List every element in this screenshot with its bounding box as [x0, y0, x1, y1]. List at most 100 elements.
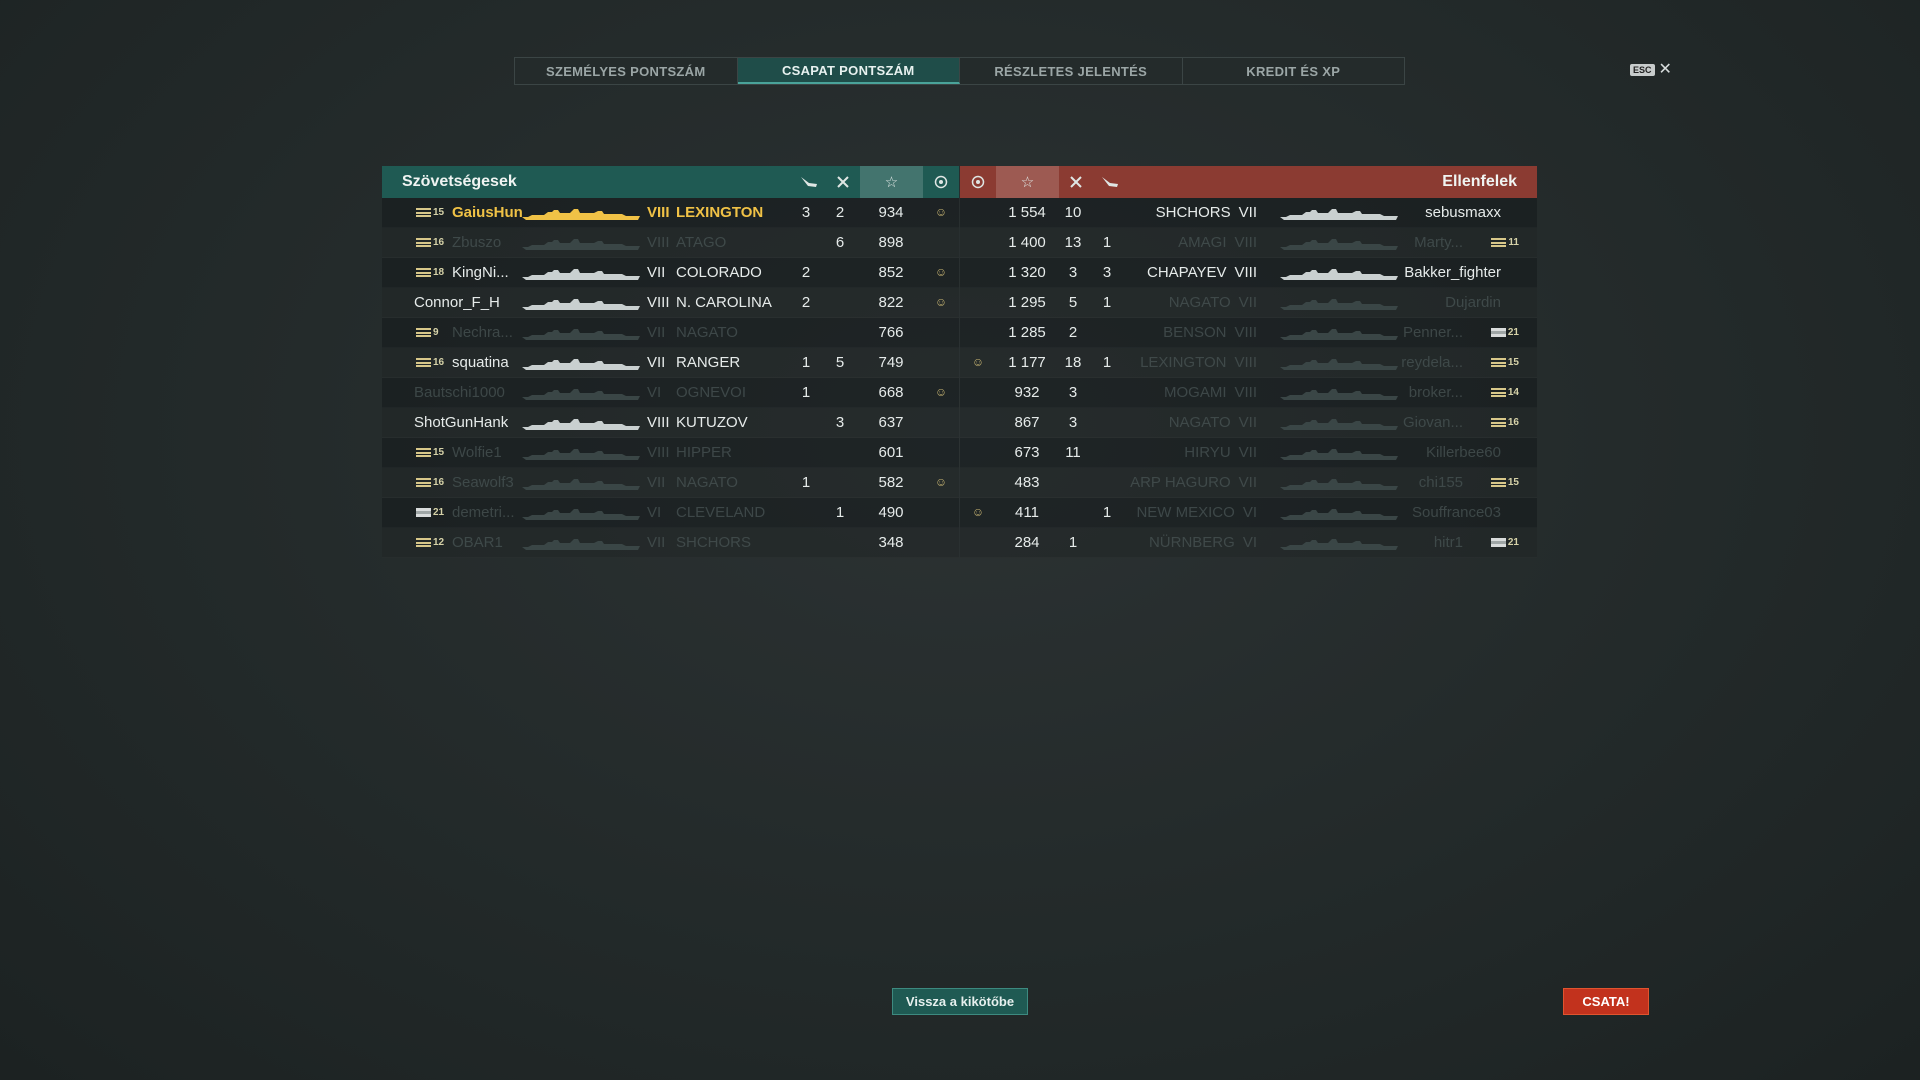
back-to-port-button[interactable]: Vissza a kikötőbe [892, 988, 1028, 1015]
rank-insignia-icon [416, 328, 431, 337]
planes-destroyed: 3 [1102, 264, 1112, 281]
ship-silhouette-icon [522, 448, 640, 460]
ships-destroyed: 3 [1068, 264, 1078, 281]
allies-player-row[interactable]: Connor_F_H VIII N. CAROLINA 2 822 ☺ [382, 288, 959, 318]
allies-player-row[interactable]: 18 KingNi... VII COLORADO 2 852 ☺ [382, 258, 959, 288]
allies-player-row[interactable]: 16 Zbuszo VIII ATAGO 6 898 [382, 228, 959, 258]
rank-badge: 16 [416, 357, 444, 368]
player-name: OBAR1 [452, 534, 503, 551]
team-score: 483 [1014, 474, 1040, 491]
allies-player-row[interactable]: 21 demetri... VI CLEVELAND 1 490 [382, 498, 959, 528]
team-score: 766 [878, 324, 904, 341]
ships-destroyed: 11 [1065, 444, 1081, 461]
allies-player-row[interactable]: 9 Nechra... VII NAGATO 766 [382, 318, 959, 348]
rank-badge: 21 [416, 507, 444, 518]
ship-tier: VIII [647, 444, 670, 461]
enemies-player-row[interactable]: 932 3 MOGAMI VIII broker... 14 [960, 378, 1537, 408]
enemies-panel: ☆ Ellenfelek 1 554 10 SHCHORS VII sebusmaxx 1… [960, 166, 1537, 558]
player-name: Seawolf3 [452, 474, 514, 491]
team-score: 852 [878, 264, 904, 281]
team-score: 822 [878, 294, 904, 311]
ship-name: OGNEVOI [676, 384, 747, 401]
enemies-player-row[interactable]: 673 11 HIRYU VII Killerbee60 [960, 438, 1537, 468]
enemies-player-row[interactable]: 483 ARP HAGURO VII chi155 15 [960, 468, 1537, 498]
ship-silhouette-icon [522, 238, 640, 250]
rank-badge: 18 [416, 267, 444, 278]
ship-info: LEXINGTON VIII [1140, 354, 1257, 371]
rank-level: 16 [433, 357, 445, 368]
planes-destroyed: 1 [801, 474, 811, 491]
ships-destroyed: 18 [1064, 354, 1082, 371]
ship-name: CHAPAYEV [1147, 264, 1227, 281]
allies-player-row[interactable]: ShotGunHank VIII KUTUZOV 3 637 [382, 408, 959, 438]
ship-tier: VI [647, 504, 662, 521]
rank-badge: 21 [1490, 537, 1519, 548]
rank-badge: 15 [416, 447, 444, 458]
allies-player-row[interactable]: 16 squatina VII RANGER 1 5 749 [382, 348, 959, 378]
ship-silhouette-icon [522, 478, 640, 490]
rank-insignia-icon [416, 208, 431, 217]
rank-level: 11 [1508, 237, 1519, 248]
tab-personal-score[interactable]: SZEMÉLYES PONTSZÁM [515, 58, 738, 84]
ship-name: NEW MEXICO [1136, 504, 1235, 521]
ship-silhouette-icon [522, 508, 640, 520]
rank-badge: 14 [1490, 387, 1519, 398]
tab-team-score[interactable]: CSAPAT PONTSZÁM [737, 58, 960, 84]
enemies-player-row[interactable]: 867 3 NAGATO VII Giovan... 16 [960, 408, 1537, 438]
allies-player-row[interactable]: 15 GaiusHun VIII LEXINGTON 3 2 934 ☺ [382, 198, 959, 228]
rank-insignia-icon [1491, 238, 1507, 247]
rank-insignia-icon [416, 448, 431, 457]
rank-insignia-icon [1490, 388, 1506, 397]
team-score: 1 295 [1008, 294, 1046, 311]
allies-player-row[interactable]: 16 Seawolf3 VII NAGATO 1 582 ☺ [382, 468, 959, 498]
enemies-player-row[interactable]: ☺ 411 1 NEW MEXICO VI Souffrance03 [960, 498, 1537, 528]
rank-insignia-icon [1490, 538, 1506, 547]
rank-badge: 15 [1490, 357, 1519, 368]
team-score: 1 320 [1008, 264, 1046, 281]
tab-credits-xp[interactable]: KREDIT ÉS XP [1183, 58, 1405, 84]
player-name: Penner... [1402, 324, 1463, 341]
allies-player-row[interactable]: Bautschi1000 VI OGNEVOI 1 668 ☺ [382, 378, 959, 408]
enemies-player-row[interactable]: 1 320 3 3 CHAPAYEV VIII Bakker_fighter [960, 258, 1537, 288]
enemies-player-row[interactable]: 284 1 NÜRNBERG VI hitr1 21 [960, 528, 1537, 558]
enemies-title: Ellenfelek [1442, 173, 1517, 190]
ship-silhouette-icon [522, 298, 640, 310]
ship-tier: VIII [1234, 234, 1257, 251]
player-name: Souffrance03 [1412, 504, 1501, 521]
team-score: 668 [878, 384, 904, 401]
enemies-player-row[interactable]: 1 554 10 SHCHORS VII sebusmaxx [960, 198, 1537, 228]
planes-destroyed: 1 [801, 384, 811, 401]
ships-destroyed: 1 [1068, 534, 1078, 551]
player-name: ShotGunHank [414, 414, 509, 431]
player-name: Connor_F_H [414, 294, 500, 311]
ship-tier: VI [647, 384, 662, 401]
ships-destroyed: 2 [835, 204, 845, 221]
enemies-player-row[interactable]: 1 295 5 1 NAGATO VII Dujardin [960, 288, 1537, 318]
allies-player-row[interactable]: 12 OBAR1 VII SHCHORS 348 [382, 528, 959, 558]
ship-silhouette-icon [1280, 358, 1398, 370]
ship-name: SHCHORS [1155, 204, 1231, 221]
close-button[interactable]: ESC ✕ [1630, 62, 1672, 78]
rank-badge: 12 [416, 537, 444, 548]
player-name: squatina [452, 354, 509, 371]
enemies-player-row[interactable]: 1 400 13 1 AMAGI VIII Marty... 11 [960, 228, 1537, 258]
rank-level: 16 [1507, 417, 1519, 428]
player-name: Zbuszo [452, 234, 502, 251]
ribbon-medal: ☺ [934, 385, 948, 399]
team-score: 1 400 [1008, 234, 1046, 251]
ribbon-medal-icon [923, 166, 959, 198]
rank-level: 15 [433, 447, 445, 458]
planes-destroyed: 2 [801, 294, 811, 311]
score-star-icon: ☆ [860, 166, 923, 198]
tab-detailed-report[interactable]: RÉSZLETES JELENTÉS [960, 58, 1183, 84]
ship-tier: VII [647, 474, 666, 491]
enemies-rows: 1 554 10 SHCHORS VII sebusmaxx 1 400 13 1 AMAGI V… [960, 198, 1537, 558]
rank-level: 14 [1507, 387, 1519, 398]
ship-silhouette-icon [1280, 238, 1398, 250]
enemies-player-row[interactable]: ☺ 1 177 18 1 LEXINGTON VIII reydela... 15 [960, 348, 1537, 378]
allies-player-row[interactable]: 15 Wolfie1 VIII HIPPER 601 [382, 438, 959, 468]
battle-button[interactable]: CSATA! [1563, 988, 1649, 1015]
ship-tier: VII [1238, 474, 1257, 491]
enemies-player-row[interactable]: 1 285 2 BENSON VIII Penner... 21 [960, 318, 1537, 348]
rank-level: 15 [433, 207, 445, 218]
